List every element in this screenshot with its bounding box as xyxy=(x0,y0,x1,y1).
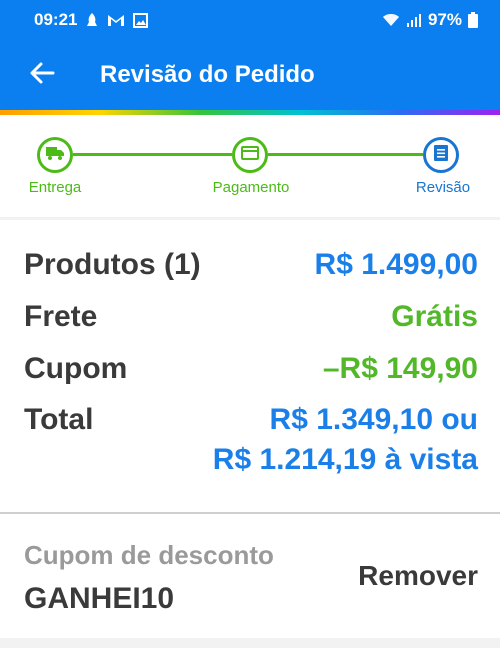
total-label: Total xyxy=(24,403,94,436)
truck-icon xyxy=(45,145,65,166)
order-summary: Produtos (1) R$ 1.499,00 Frete Grátis Cu… xyxy=(0,220,500,512)
shipping-label: Frete xyxy=(24,300,98,333)
remove-coupon-button[interactable]: Remover xyxy=(358,560,478,592)
step-pagamento[interactable] xyxy=(232,137,268,173)
coupon-label: Cupom xyxy=(24,352,128,385)
checkout-stepper: Entrega Pagamento Revisão xyxy=(0,115,500,217)
card-icon xyxy=(241,145,259,165)
total-values: R$ 1.349,10 ou R$ 1.214,19 à vista xyxy=(213,400,478,480)
battery-percent: 97% xyxy=(427,10,462,29)
status-left: 09:21 xyxy=(34,10,149,30)
summary-row-total: Total R$ 1.349,10 ou R$ 1.214,19 à vista xyxy=(24,400,478,480)
coupon-code: GANHEI10 xyxy=(24,582,175,615)
arrow-left-icon xyxy=(29,61,55,90)
status-bar: 09:21 97% xyxy=(0,0,500,40)
step-entrega[interactable] xyxy=(37,137,73,173)
battery-icon xyxy=(468,12,478,28)
receipt-icon xyxy=(433,144,449,167)
total-cash-value: R$ 1.214,19 à vista xyxy=(212,443,478,476)
shipping-value: Grátis xyxy=(391,300,478,333)
coupon-section: Cupom de desconto GANHEI10 Remover xyxy=(0,514,500,638)
gmail-icon xyxy=(107,13,125,27)
app-bar: Revisão do Pedido xyxy=(0,40,500,110)
summary-row-products: Produtos (1) R$ 1.499,00 xyxy=(24,248,478,282)
coupon-value: –R$ 149,90 xyxy=(322,352,478,385)
status-time: 09:21 xyxy=(34,10,78,29)
step-revisao[interactable] xyxy=(423,137,459,173)
notification-icon xyxy=(85,12,99,28)
products-value: R$ 1.499,00 xyxy=(314,248,478,281)
step-label-entrega: Entrega xyxy=(28,179,82,196)
signal-icon xyxy=(406,13,422,27)
step-label-pagamento: Pagamento xyxy=(212,179,290,196)
total-value: R$ 1.349,10 ou xyxy=(269,403,478,436)
step-connector-1 xyxy=(73,153,232,156)
page-title: Revisão do Pedido xyxy=(100,61,315,88)
summary-row-coupon: Cupom –R$ 149,90 xyxy=(24,352,478,386)
step-label-revisao: Revisão xyxy=(415,179,471,196)
image-icon xyxy=(133,12,149,28)
status-right: 97% xyxy=(382,10,478,30)
products-label: Produtos (1) xyxy=(24,248,201,281)
step-connector-2 xyxy=(268,153,423,156)
summary-row-shipping: Frete Grátis xyxy=(24,300,478,334)
wifi-icon xyxy=(382,13,400,27)
coupon-section-label: Cupom de desconto xyxy=(24,540,274,570)
back-button[interactable] xyxy=(0,40,80,110)
